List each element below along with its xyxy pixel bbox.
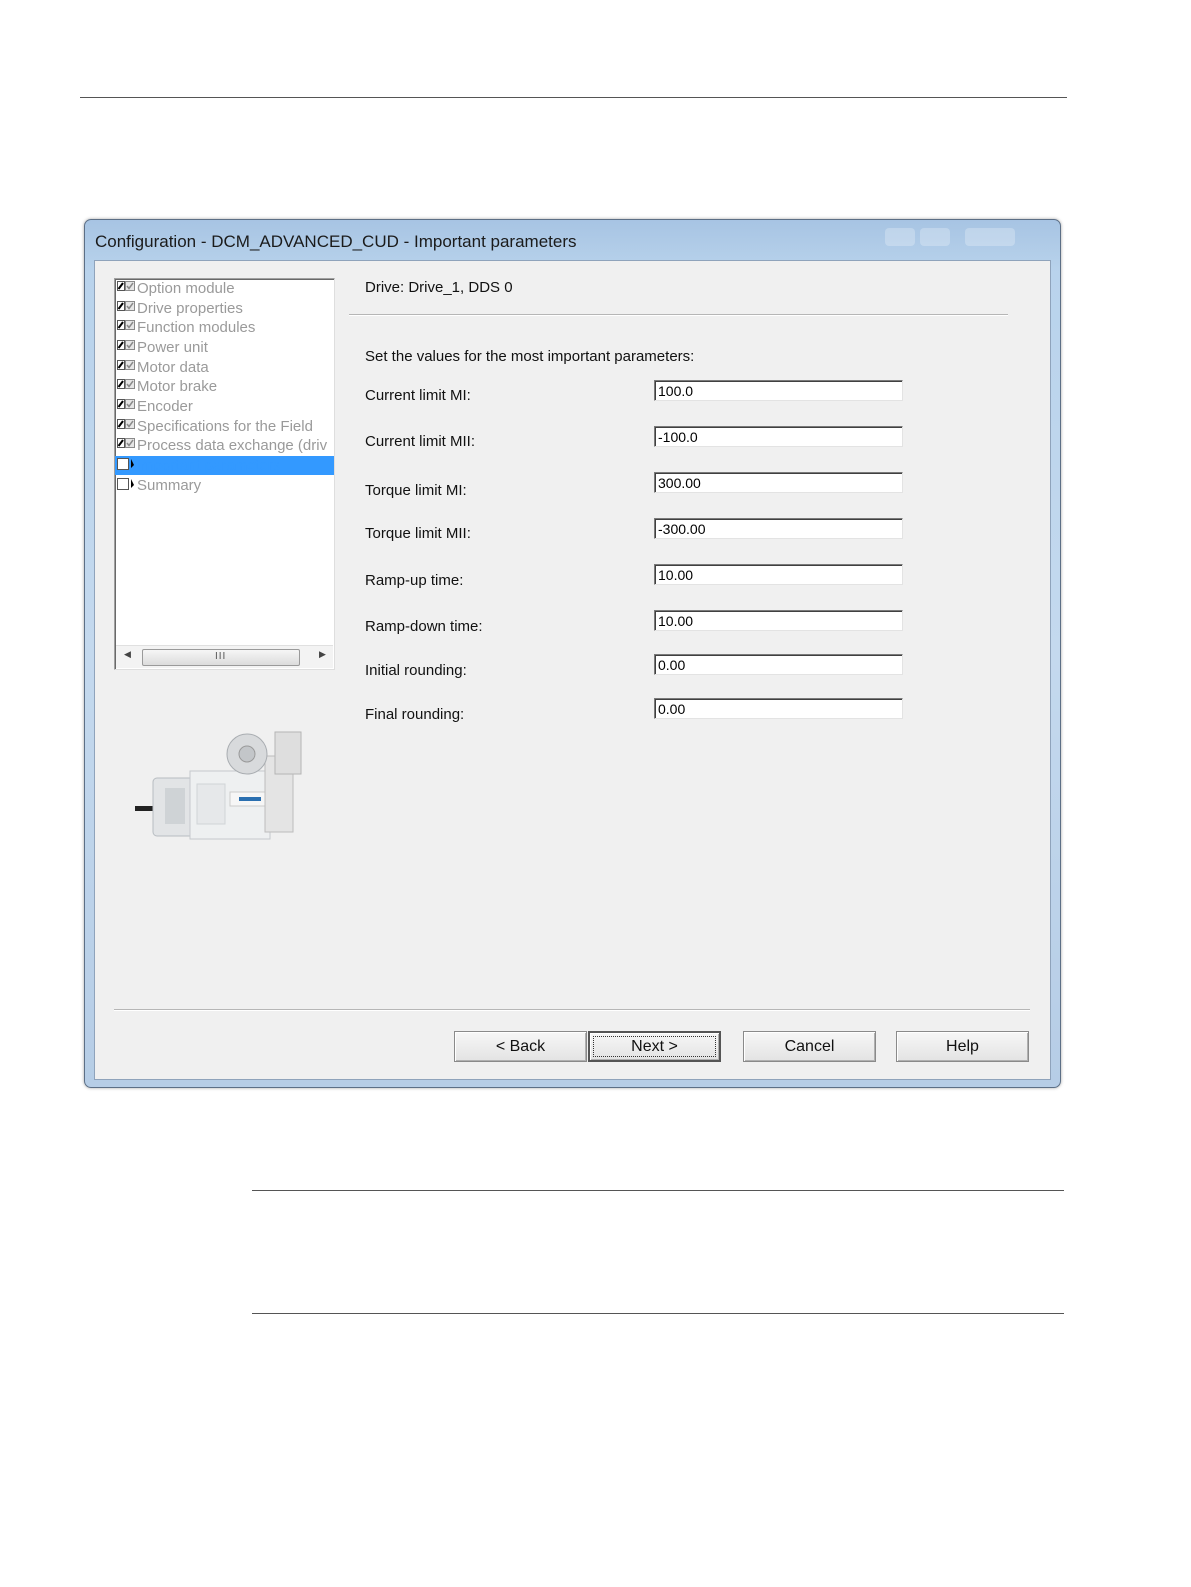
done-checkbox-icon xyxy=(117,399,135,409)
done-checkbox-icon xyxy=(117,301,135,311)
initial-rounding-input[interactable] xyxy=(654,654,903,675)
pending-checkbox-icon xyxy=(117,478,134,490)
help-button[interactable]: Help xyxy=(896,1031,1029,1062)
done-checkbox-icon xyxy=(117,419,135,429)
tree-item-motor-data[interactable]: Motor data xyxy=(115,358,334,377)
help-button-label: Help xyxy=(946,1038,979,1055)
done-checkbox-icon xyxy=(117,438,135,448)
tree-item-power-unit[interactable]: Power unit xyxy=(115,338,334,357)
tree-item-label: Summary xyxy=(137,477,202,494)
tree-item-label: Important parameters xyxy=(137,457,281,474)
next-button[interactable]: Next > xyxy=(588,1031,721,1062)
header-separator xyxy=(349,314,1008,316)
initial-rounding-label: Initial rounding: xyxy=(365,662,467,679)
scroll-grip: III xyxy=(215,651,227,662)
close-button[interactable] xyxy=(965,228,1015,246)
drive-label: Drive: Drive_1, DDS 0 xyxy=(365,279,513,296)
tree-item-important-parameters[interactable]: Important parameters xyxy=(115,456,334,475)
wizard-step-tree[interactable]: Option module Drive properties Function … xyxy=(114,278,335,670)
torque-limit-mi-input[interactable] xyxy=(654,472,903,493)
focus-rectangle xyxy=(593,1036,716,1057)
torque-limit-mii-label: Torque limit MII: xyxy=(365,525,471,542)
scroll-right-arrow-icon[interactable]: ▶ xyxy=(319,649,326,660)
cancel-button[interactable]: Cancel xyxy=(743,1031,876,1062)
tree-item-label: Drive properties xyxy=(137,300,243,317)
tree-item-label: Power unit xyxy=(137,339,208,356)
tree-item-field-specifications[interactable]: Specifications for the Field xyxy=(115,417,334,436)
ramp-up-time-label: Ramp-up time: xyxy=(365,572,464,589)
tree-item-drive-properties[interactable]: Drive properties xyxy=(115,299,334,318)
dialog-body: Option module Drive properties Function … xyxy=(94,260,1051,1080)
tree-item-option-module[interactable]: Option module xyxy=(115,279,334,298)
tree-item-summary[interactable]: Summary xyxy=(115,476,334,495)
done-checkbox-icon xyxy=(117,281,135,291)
done-checkbox-icon xyxy=(117,360,135,370)
tree-item-label: Process data exchange (driv xyxy=(137,437,328,454)
back-button[interactable]: < Back xyxy=(454,1031,587,1062)
done-checkbox-icon xyxy=(117,320,135,330)
tree-item-motor-brake[interactable]: Motor brake xyxy=(115,377,334,396)
tree-item-label: Motor brake xyxy=(137,378,218,395)
scroll-thumb[interactable]: III xyxy=(142,649,300,666)
window-title: Configuration - DCM_ADVANCED_CUD - Impor… xyxy=(95,232,577,251)
final-rounding-label: Final rounding: xyxy=(365,706,465,723)
current-limit-mi-input[interactable] xyxy=(654,380,903,401)
page-header-rule xyxy=(80,97,1067,98)
note-top-rule xyxy=(252,1190,1064,1191)
tree-item-label: Encoder xyxy=(137,398,193,415)
title-bar[interactable]: Configuration - DCM_ADVANCED_CUD - Impor… xyxy=(85,220,1060,260)
current-limit-mii-input[interactable] xyxy=(654,426,903,447)
note-bottom-rule xyxy=(252,1313,1064,1314)
maximize-button[interactable] xyxy=(920,228,950,246)
footer-separator xyxy=(114,1009,1030,1011)
cancel-button-label: Cancel xyxy=(784,1038,835,1055)
tree-item-encoder[interactable]: Encoder xyxy=(115,397,334,416)
configuration-dialog: Configuration - DCM_ADVANCED_CUD - Impor… xyxy=(84,219,1061,1088)
torque-limit-mii-input[interactable] xyxy=(654,518,903,539)
minimize-button[interactable] xyxy=(885,228,915,246)
ramp-down-time-label: Ramp-down time: xyxy=(365,618,483,635)
tree-item-function-modules[interactable]: Function modules xyxy=(115,318,334,337)
current-limit-mi-label: Current limit MI: xyxy=(365,387,471,404)
tree-item-label: Motor data xyxy=(137,359,209,376)
tree-item-process-data-exchange[interactable]: Process data exchange (driv xyxy=(115,436,334,455)
pending-checkbox-icon xyxy=(117,458,134,470)
ramp-down-time-input[interactable] xyxy=(654,610,903,631)
current-limit-mii-label: Current limit MII: xyxy=(365,433,476,450)
scroll-left-arrow-icon[interactable]: ◀ xyxy=(124,649,131,660)
back-button-label: < Back xyxy=(495,1038,546,1055)
tree-horizontal-scrollbar[interactable]: ◀ III ▶ xyxy=(116,645,333,668)
tree-item-label: Option module xyxy=(137,280,235,297)
instruction-text: Set the values for the most important pa… xyxy=(365,348,695,365)
ramp-up-time-input[interactable] xyxy=(654,564,903,585)
done-checkbox-icon xyxy=(117,379,135,389)
tree-item-label: Specifications for the Field xyxy=(137,418,313,435)
dc-motor-image xyxy=(135,731,302,840)
final-rounding-input[interactable] xyxy=(654,698,903,719)
torque-limit-mi-label: Torque limit MI: xyxy=(365,482,467,499)
done-checkbox-icon xyxy=(117,340,135,350)
tree-item-label: Function modules xyxy=(137,319,256,336)
